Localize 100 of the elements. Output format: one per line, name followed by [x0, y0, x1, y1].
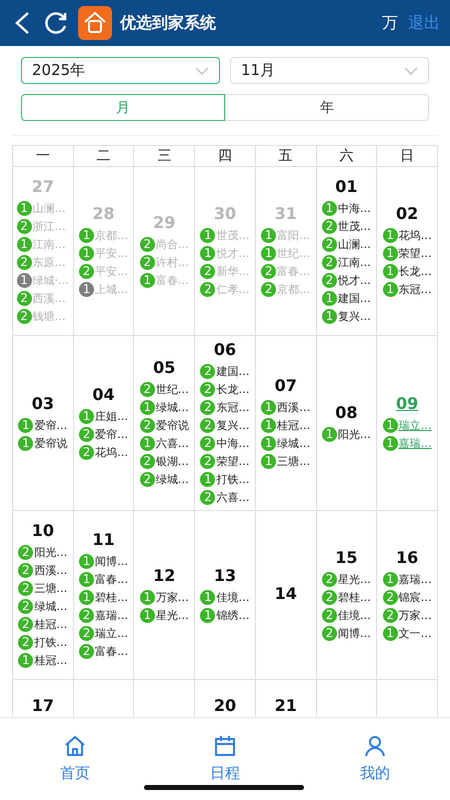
event-label[interactable]: 富春…: [95, 644, 128, 658]
event-label[interactable]: 爱帘说: [156, 418, 189, 432]
event-label[interactable]: 打铁…: [34, 634, 68, 650]
event-label[interactable]: 悦才…: [338, 272, 371, 288]
event-label[interactable]: 东冠…: [216, 400, 250, 414]
nav-tab[interactable]: 我的: [300, 718, 450, 800]
event-label[interactable]: 佳境…: [216, 590, 250, 604]
event-label[interactable]: 山澜…: [338, 236, 371, 252]
event-label[interactable]: 长龙…: [216, 382, 250, 396]
event-label[interactable]: 中海…: [338, 200, 371, 216]
event-label[interactable]: 花坞…: [398, 228, 432, 242]
day-cell[interactable]: 16 1 嘉瑞… 2 锦宸… 2 万家… 1 文一…: [377, 511, 438, 680]
weekday-header: 一: [13, 146, 74, 167]
day-cell[interactable]: 08 1 阳光…: [316, 336, 378, 511]
event-label[interactable]: 星光…: [156, 608, 189, 622]
count-badge: 2: [79, 644, 94, 658]
weekday-header: 六: [316, 146, 378, 167]
day-cell[interactable]: 13 1 佳境… 1 锦绣…: [195, 511, 256, 680]
event-label[interactable]: 碧桂…: [338, 590, 371, 604]
event-label[interactable]: 闻博…: [338, 626, 371, 640]
event-label[interactable]: 建国…: [338, 290, 371, 306]
day-cell[interactable]: 04 1 庄姐… 2 爱帘… 2 花坞…: [74, 336, 134, 511]
day-cell[interactable]: 11 1 闻博… 1 富春… 1 碧桂… 2 嘉瑞… 2 瑞立… 2 富春…: [74, 511, 134, 680]
event-label[interactable]: 富春…: [95, 572, 128, 586]
event-label[interactable]: 万家…: [156, 590, 189, 604]
event-label[interactable]: 锦绣…: [216, 608, 250, 622]
event-label[interactable]: 六喜…: [216, 490, 250, 504]
event-label[interactable]: 江南…: [338, 254, 371, 270]
day-cell[interactable]: 06 2 建国… 2 长龙… 2 东冠… 2 复兴… 2 中海… 2 荣望… 1 打铁… 2 六喜…: [195, 336, 256, 511]
event-label[interactable]: 锦宸…: [398, 590, 432, 604]
day-cell[interactable]: 10 2 阳光… 2 西溪… 2 三塘… 2 绿城… 2 桂冠… 2 打铁… 1 桂冠…: [13, 511, 74, 680]
event-label[interactable]: 桂冠…: [34, 616, 68, 632]
dropdown-select[interactable]: 2025年: [21, 57, 220, 84]
count-badge: 2: [200, 454, 216, 468]
refresh-button[interactable]: [44, 11, 68, 35]
count-badge: 2: [200, 264, 216, 278]
day-cell[interactable]: 03 1 爱帘… 1 爱帘说: [13, 336, 74, 511]
event-label[interactable]: 绿城…: [156, 472, 189, 486]
day-cell[interactable]: 01 1 中海… 2 世茂… 2 山澜… 2 江南… 2 悦才… 1 建国… 1 复兴…: [316, 167, 378, 336]
count-badge: 2: [200, 436, 216, 450]
event-label[interactable]: 花坞…: [95, 444, 128, 460]
event-label[interactable]: 建国…: [216, 364, 250, 378]
day-cell[interactable]: 12 1 万家… 1 星光…: [134, 511, 196, 680]
event-label[interactable]: 碧桂…: [95, 590, 128, 604]
event-label[interactable]: 世茂…: [338, 218, 371, 234]
event-label[interactable]: 中海…: [216, 436, 250, 450]
event-label[interactable]: 三塘…: [277, 454, 310, 468]
event-label[interactable]: 荣望…: [398, 246, 432, 260]
count-badge: 1: [382, 282, 398, 296]
count-badge: 1: [140, 400, 155, 414]
count-badge: 1: [79, 572, 94, 586]
event-label[interactable]: 打铁…: [216, 472, 250, 486]
day-cell[interactable]: 07 1 西溪… 1 桂冠… 1 绿城… 1 三塘…: [256, 336, 317, 511]
weekday-header: 二: [74, 146, 134, 167]
event-label[interactable]: 世纪…: [156, 382, 189, 396]
event-label[interactable]: 爱帘说: [34, 436, 68, 450]
day-cell[interactable]: 05 2 世纪… 1 绿城… 2 爱帘说 1 六喜… 2 银湖… 2 绿城…: [134, 336, 196, 511]
event-label[interactable]: 桂冠…: [34, 652, 68, 668]
nav-tab[interactable]: 日程: [150, 718, 300, 800]
event-label[interactable]: 西溪…: [277, 400, 310, 414]
dropdown-select[interactable]: 11月: [230, 57, 429, 84]
event-label[interactable]: 嘉瑞…: [95, 608, 128, 622]
day-number: 27: [32, 177, 54, 196]
event-label[interactable]: 西溪…: [34, 562, 68, 578]
event-label[interactable]: 阳光…: [338, 426, 371, 442]
event-label[interactable]: 瑞立…: [95, 626, 128, 640]
event-label[interactable]: 桂冠…: [277, 418, 310, 432]
event-label[interactable]: 爱帘…: [34, 418, 68, 432]
event-label[interactable]: 闻博…: [95, 554, 128, 568]
day-cell[interactable]: 15 2 星光… 2 碧桂… 2 佳境… 2 闻博…: [316, 511, 378, 680]
event-label[interactable]: 银湖…: [156, 454, 189, 468]
nav-tab[interactable]: 首页: [0, 718, 150, 800]
event-label[interactable]: 荣望…: [216, 454, 250, 468]
day-cell[interactable]: 14: [256, 511, 317, 680]
count-badge: 1: [322, 290, 337, 306]
count-badge: 2: [79, 626, 94, 640]
event-label[interactable]: 东冠…: [398, 282, 432, 296]
back-button[interactable]: [14, 11, 30, 35]
event-label[interactable]: 绿城…: [156, 400, 189, 414]
event-label[interactable]: 长龙…: [398, 264, 432, 278]
event-label[interactable]: 复兴…: [338, 308, 371, 324]
event-label[interactable]: 爱帘…: [95, 426, 128, 442]
event-label[interactable]: 绿城…: [34, 598, 68, 614]
event-label[interactable]: 嘉瑞…: [398, 572, 432, 586]
event-label[interactable]: 星光…: [338, 572, 371, 586]
event-label[interactable]: 绿城…: [277, 436, 310, 450]
event-label[interactable]: 佳境…: [338, 608, 371, 622]
event-label[interactable]: 三塘…: [34, 580, 68, 596]
event-label[interactable]: 阳光…: [34, 544, 68, 560]
count-badge: 2: [322, 590, 337, 604]
view-tab[interactable]: 年: [225, 94, 429, 121]
event-label[interactable]: 六喜…: [156, 436, 189, 450]
event-label[interactable]: 万家…: [398, 608, 432, 622]
day-cell[interactable]: 02 1 花坞… 1 荣望… 1 长龙… 1 东冠…: [377, 167, 438, 336]
event-label[interactable]: 庄姐…: [95, 408, 128, 424]
event-label[interactable]: 文一…: [398, 626, 432, 640]
count-badge: 1: [200, 608, 216, 622]
event-label[interactable]: 复兴…: [216, 418, 250, 432]
day-number: 29: [153, 213, 176, 232]
day-number: 10: [32, 521, 54, 540]
